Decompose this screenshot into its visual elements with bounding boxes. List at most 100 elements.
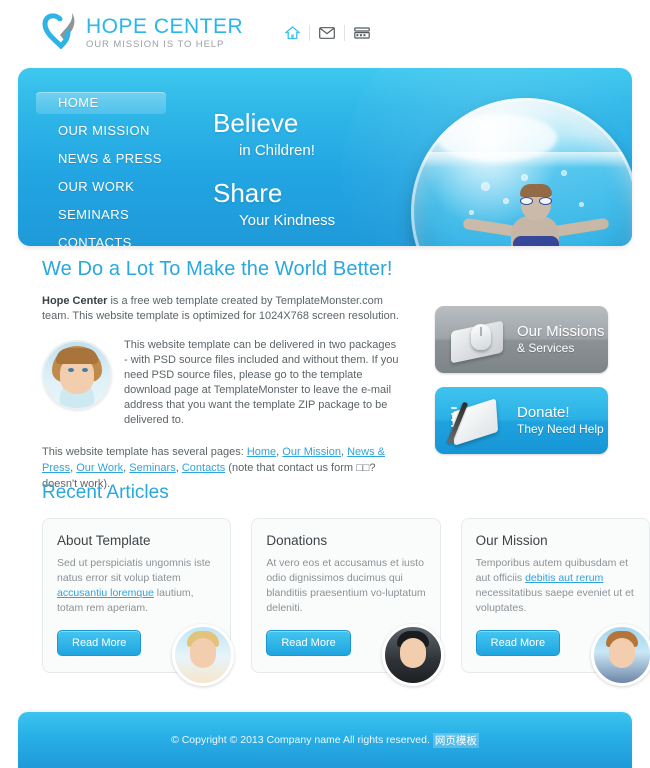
article-text: Sed ut perspiciatis ungomnis iste natus … [57, 556, 216, 616]
page-title: We Do a Lot To Make the World Better! [42, 258, 393, 280]
site-header: HOPE CENTER OUR MISSION IS TO HELP [0, 0, 650, 60]
child-head [521, 188, 551, 220]
read-more-button[interactable]: Read More [266, 630, 351, 656]
hero-slogan: Believe in Children! Share Your Kindness [213, 110, 423, 228]
link-our-work[interactable]: Our Work [76, 462, 123, 474]
child-goggles [520, 197, 552, 205]
slogan-share: Share [213, 178, 283, 208]
bubble [469, 210, 474, 215]
missions-button-line1: Our Missions [517, 322, 605, 340]
notebook-pen-icon [446, 398, 511, 446]
sitemap-icon[interactable] [345, 24, 379, 42]
avatar-fringe [56, 348, 98, 364]
goggle-lens-right [539, 197, 552, 205]
goggle-lens-left [520, 197, 533, 205]
page-root: HOPE CENTER OUR MISSION IS TO HELP HOME … [0, 0, 650, 768]
main-navigation: HOME OUR MISSION NEWS & PRESS OUR WORK S… [36, 92, 166, 246]
glass-highlight [437, 114, 557, 162]
copyright-text: © Copyright © 2013 Company name All righ… [171, 734, 430, 746]
footer-cn-text[interactable]: 网页模板 [432, 732, 479, 748]
slogan-your-kindness: Your Kindness [239, 212, 336, 229]
bubble [579, 202, 584, 207]
nav-item-home[interactable]: HOME [36, 92, 166, 114]
home-icon[interactable] [275, 24, 309, 42]
bubble [503, 198, 509, 204]
logo-tagline: OUR MISSION IS TO HELP [86, 39, 225, 50]
slogan-spacer [213, 158, 423, 180]
bubble [481, 182, 490, 191]
bubble [521, 174, 528, 181]
article-card: Donations At vero eos et accusamus et iu… [251, 518, 444, 686]
avatar-eye-left [68, 368, 74, 372]
article-card: Our Mission Temporibus autem quibusdam e… [460, 518, 650, 686]
link-seminars[interactable]: Seminars [129, 462, 175, 474]
avatar-eye-right [82, 368, 88, 372]
site-logo[interactable]: HOPE CENTER OUR MISSION IS TO HELP [42, 10, 243, 52]
article-card-list: About Template Sed ut perspiciatis ungom… [42, 518, 650, 686]
site-footer: © Copyright © 2013 Company name All righ… [18, 712, 632, 768]
nav-item-contacts[interactable]: CONTACTS [36, 232, 166, 246]
child-left-arm [462, 217, 520, 238]
nav-item-our-mission[interactable]: OUR MISSION [36, 120, 166, 142]
nav-item-news-press[interactable]: NEWS & PRESS [36, 148, 166, 170]
article-text: Temporibus autem quibusdam et aut offici… [476, 556, 635, 616]
recent-articles-heading: Recent Articles [42, 482, 169, 503]
swimming-child [462, 184, 610, 246]
article-text-after: necessitatibus saepe eveniet ut et volup… [475, 587, 634, 614]
article-title: Our Mission [475, 533, 548, 548]
recent-articles-section: Recent Articles About Template Sed ut pe… [0, 482, 650, 686]
child-swim-trunks [513, 236, 559, 246]
nav-item-seminars[interactable]: SEMINARS [36, 204, 166, 226]
article-text-before: Sed ut perspiciatis ungomnis iste natus … [57, 557, 211, 584]
fishbowl-rim [411, 98, 632, 246]
bubble [497, 224, 502, 229]
intro-paragraph: Hope Center is a free web template creat… [42, 294, 402, 324]
main-content: We Do a Lot To Make the World Better! Ho… [0, 258, 650, 490]
article-text: At vero eos et accusamus et iusto odio d… [266, 556, 425, 616]
bubble [561, 170, 567, 176]
child-body [511, 216, 559, 246]
nav-item-our-work[interactable]: OUR WORK [36, 176, 166, 198]
article-avatar [381, 624, 444, 686]
article-inline-link[interactable]: debitis aut rerum [525, 572, 603, 584]
water-surface [411, 152, 632, 168]
mail-icon[interactable] [310, 24, 344, 42]
header-icon-bar [275, 24, 379, 42]
article-title: Donations [266, 533, 328, 548]
avatar [42, 340, 112, 410]
article-inline-link[interactable]: accusantiu loremque [57, 587, 154, 599]
avatar-face [399, 637, 426, 668]
article-card: About Template Sed ut perspiciatis ungom… [42, 518, 235, 686]
read-more-button[interactable]: Read More [57, 630, 142, 656]
article-title: About Template [57, 533, 151, 548]
media-paragraph: This website template can be delivered i… [124, 339, 399, 426]
donate-button[interactable]: Donate! They Need Help [435, 387, 608, 454]
slogan-in-children: in Children! [239, 142, 315, 159]
links-intro-text: This website template has several pages: [42, 446, 247, 458]
content-left-column: Hope Center is a free web template creat… [42, 294, 402, 492]
logo-title: HOPE CENTER [86, 15, 244, 38]
missions-button-label: Our Missions & Services [517, 323, 605, 357]
article-avatar [172, 624, 235, 686]
missions-button-line2: & Services [517, 340, 575, 355]
child-right-arm [550, 217, 610, 238]
mousepad-icon [449, 318, 511, 364]
intro-brand: Hope Center [42, 295, 108, 307]
donate-button-line1: Donate! [517, 403, 570, 421]
bubble [543, 190, 552, 199]
sidebar-buttons: Our Missions & Services Donate! They Nee… [435, 306, 608, 468]
link-our-mission[interactable]: Our Mission [282, 446, 341, 458]
heart-logo-icon [42, 10, 80, 52]
article-text-before: At vero eos et accusamus et iusto odio d… [266, 557, 426, 614]
child-hair [520, 184, 552, 197]
read-more-button[interactable]: Read More [475, 630, 561, 656]
article-avatar [590, 624, 650, 686]
media-block: This website template can be delivered i… [42, 338, 402, 428]
hero-banner: HOME OUR MISSION NEWS & PRESS OUR WORK S… [18, 68, 632, 246]
computer-mouse [471, 324, 491, 350]
our-missions-services-button[interactable]: Our Missions & Services [435, 306, 608, 373]
link-home[interactable]: Home [247, 446, 276, 458]
donate-button-label: Donate! They Need Help [517, 404, 604, 438]
link-contacts[interactable]: Contacts [182, 462, 225, 474]
fishbowl-illustration [403, 90, 632, 246]
